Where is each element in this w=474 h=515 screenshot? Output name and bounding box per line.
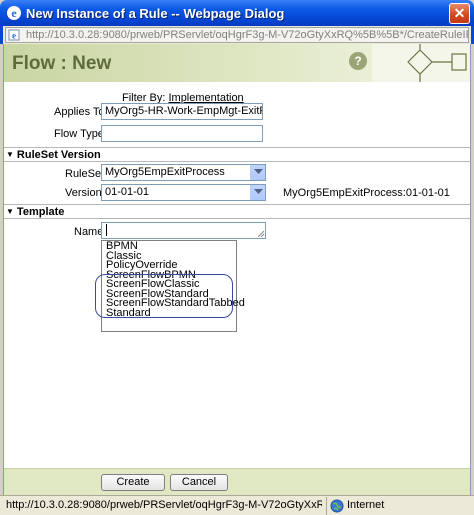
status-url: http://10.3.0.28:9080/prweb/PRServlet/oq… [6,499,322,511]
page-header: Flow : New ? [4,44,470,82]
chevron-down-icon[interactable] [250,165,265,180]
version-readout: MyOrg5EmpExitProcess:01-01-01 [283,187,450,199]
help-icon[interactable]: ? [349,52,367,70]
dialog-content: Flow : New ? Filter By: Implementation A… [3,44,471,495]
zone-label: Internet [347,499,385,511]
flow-type-input[interactable] [101,125,263,142]
cancel-button[interactable]: Cancel [170,474,228,491]
version-select[interactable]: 01-01-01 [101,184,266,201]
ruleset-label: RuleSet [65,168,105,180]
collapse-triangle-icon: ▼ [6,150,14,159]
page-icon: e [8,29,20,41]
close-icon[interactable]: ✕ [449,3,470,24]
ruleset-value: MyOrg5EmpExitProcess [105,166,225,178]
ie-icon: e [7,6,21,20]
collapse-triangle-icon: ▼ [6,207,14,216]
name-label: Name [74,226,104,238]
text-cursor: ​ [106,224,107,236]
security-zone[interactable]: Internet [326,497,472,515]
flow-type-label: Flow Type [54,128,104,140]
dialog-footer: Create Cancel [4,468,470,495]
status-bar: http://10.3.0.28:9080/prweb/PRServlet/oq… [0,495,474,515]
create-button[interactable]: Create [101,474,165,491]
section-divider [4,204,470,205]
version-value: 01-01-01 [105,186,150,198]
globe-icon [330,499,344,513]
ruleset-select[interactable]: MyOrg5EmpExitProcess [101,164,266,181]
template-header[interactable]: ▼ Template [6,206,64,218]
resize-grip-icon [258,231,264,237]
section-divider [4,147,470,148]
section-divider [4,161,470,162]
svg-text:e: e [11,6,17,20]
applies-to-label: Applies To [54,106,105,118]
address-bar: http://10.3.0.28:9080/prweb/PRServlet/oq… [0,26,474,44]
window-title: New Instance of a Rule -- Webpage Dialog [26,6,285,21]
flow-diagram-logo [372,44,470,82]
window-title-bar[interactable]: e New Instance of a Rule -- Webpage Dial… [0,0,474,26]
template-title: Template [16,206,65,218]
version-label: Version [65,187,102,199]
page-title: Flow : New [12,53,112,74]
ruleset-version-header[interactable]: ▼ RuleSet Version [6,149,101,161]
svg-text:e: e [12,31,16,41]
name-input[interactable]: ​ [101,222,266,239]
template-dropdown-list[interactable]: BPMN Classic PolicyOverride ScreenFlowBP… [101,240,245,332]
chevron-down-icon[interactable] [250,185,265,200]
ruleset-version-title: RuleSet Version [16,149,101,161]
applies-to-input[interactable]: MyOrg5-HR-Work-EmpMgt-ExitProcess [101,103,263,120]
address-field: http://10.3.0.28:9080/prweb/PRServlet/oq… [5,27,469,43]
section-divider [4,218,470,219]
